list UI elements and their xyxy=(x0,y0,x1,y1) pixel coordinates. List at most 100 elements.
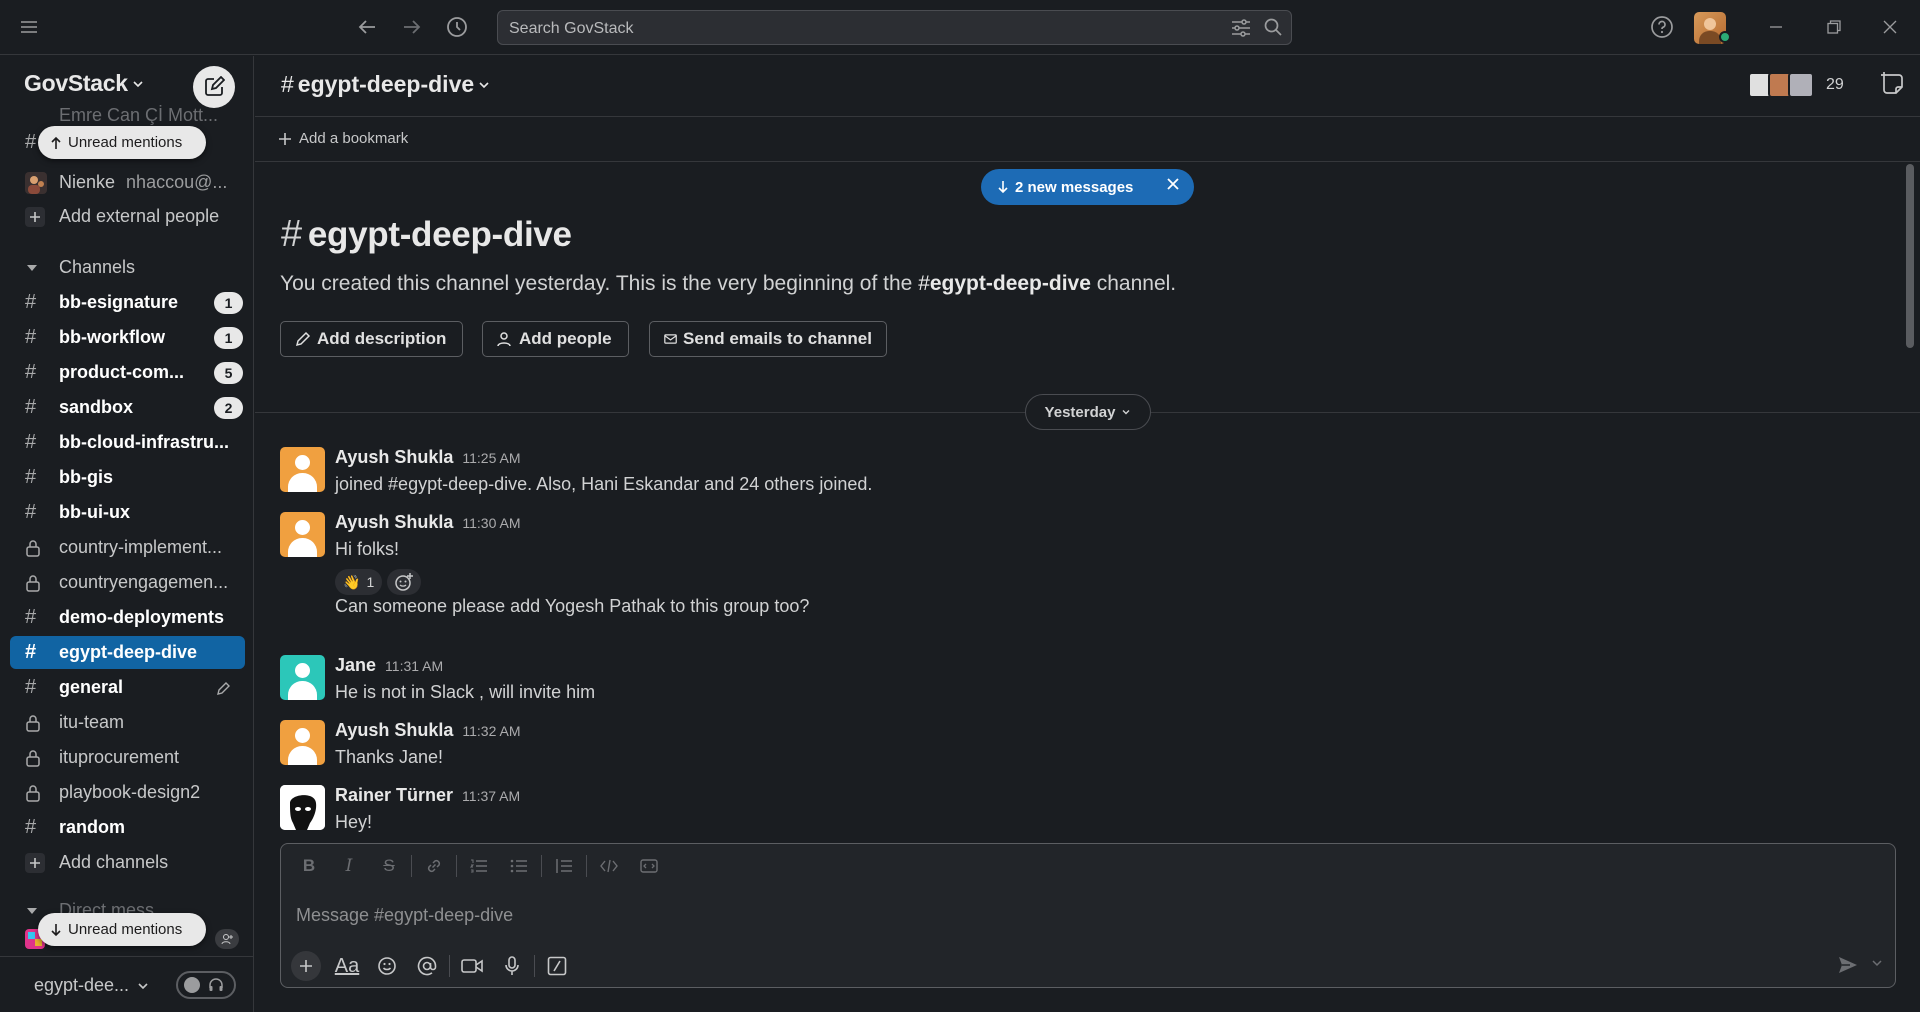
close-icon[interactable] xyxy=(1876,13,1904,41)
unread-mentions-top-button[interactable]: Unread mentions xyxy=(38,126,207,159)
add-person-icon[interactable] xyxy=(215,929,239,949)
intro-channel-link[interactable]: #egypt-deep-dive xyxy=(918,272,1091,295)
sidebar-item-channel[interactable]: # bb-cloud-infrastru... xyxy=(10,426,245,459)
menu-icon[interactable] xyxy=(15,13,43,41)
add-channels[interactable]: Add channels xyxy=(10,846,245,879)
sidebar-item-channel[interactable]: # demo-deployments xyxy=(10,601,245,634)
bulleted-list-icon[interactable] xyxy=(499,854,539,878)
shortcuts-icon[interactable] xyxy=(537,951,577,981)
huddle-channel-selector[interactable]: egypt-dee... xyxy=(34,975,149,996)
add-bookmark-label: Add a bookmark xyxy=(299,130,409,147)
reaction-wave[interactable]: 👋 1 xyxy=(335,569,383,595)
strikethrough-icon[interactable]: S xyxy=(369,854,409,878)
sidebar-item-channel[interactable]: # bb-esignature 1 xyxy=(10,286,245,319)
send-button[interactable] xyxy=(1838,955,1858,975)
avatar[interactable] xyxy=(280,655,325,700)
link-icon[interactable] xyxy=(414,854,454,878)
unread-mentions-bottom-button[interactable]: Unread mentions xyxy=(38,913,207,946)
new-messages-banner[interactable]: 2 new messages xyxy=(981,169,1194,205)
sidebar-item-channel[interactable]: ituprocurement xyxy=(10,741,245,774)
message-composer: B I S Message #egypt-deep-dive Aa xyxy=(280,843,1896,988)
mention-icon[interactable] xyxy=(407,951,447,981)
message-input[interactable]: Message #egypt-deep-dive xyxy=(296,905,513,926)
search-filter-icon[interactable] xyxy=(1231,19,1251,37)
channel-header: # egypt-deep-dive 29 xyxy=(255,56,1920,117)
message-time[interactable]: 11:30 AM xyxy=(462,515,520,531)
channel-title-button[interactable]: # egypt-deep-dive xyxy=(281,71,490,98)
add-description-button[interactable]: Add description xyxy=(280,321,463,357)
message-time[interactable]: 11:25 AM xyxy=(462,450,520,466)
chevron-down-icon xyxy=(1872,960,1882,967)
formatting-toggle-button[interactable]: Aa xyxy=(327,951,367,981)
hash-icon: # xyxy=(25,396,37,418)
date-jump-button[interactable]: Yesterday xyxy=(1025,394,1151,430)
restore-icon[interactable] xyxy=(1820,13,1848,41)
huddle-toggle[interactable] xyxy=(176,971,236,999)
code-block-icon[interactable] xyxy=(629,854,669,878)
message-author[interactable]: Ayush Shukla xyxy=(335,512,453,533)
channel-intro-text: You created this channel yesterday. This… xyxy=(280,272,1176,296)
compose-button[interactable] xyxy=(193,66,235,108)
search-bar[interactable]: Search GovStack xyxy=(497,10,1292,45)
send-emails-button[interactable]: Send emails to channel xyxy=(649,321,887,357)
sidebar-item-channel[interactable]: # bb-workflow 1 xyxy=(10,321,245,354)
members-button[interactable]: 29 xyxy=(1748,72,1844,98)
forward-arrow-icon[interactable] xyxy=(398,13,426,41)
search-icon[interactable] xyxy=(1264,18,1282,36)
sidebar-item-channel[interactable]: # random xyxy=(10,811,245,844)
sidebar-item-channel[interactable]: # bb-gis xyxy=(10,461,245,494)
video-icon[interactable] xyxy=(452,951,492,981)
message-author[interactable]: Jane xyxy=(335,655,376,676)
sidebar-item-channel[interactable]: itu-team xyxy=(10,706,245,739)
sidebar-item-channel[interactable]: country-implement... xyxy=(10,531,245,564)
date-label: Yesterday xyxy=(1044,403,1116,421)
sidebar-item-channel[interactable]: playbook-design2 xyxy=(10,776,245,809)
help-icon[interactable] xyxy=(1648,13,1676,41)
sidebar-item-nienke[interactable]: Nienke nhaccou@... xyxy=(10,166,245,199)
member-avatar xyxy=(1788,72,1814,98)
minimize-icon[interactable] xyxy=(1762,13,1790,41)
sidebar-item-channel[interactable]: countryengagemen... xyxy=(10,566,245,599)
message-time[interactable]: 11:31 AM xyxy=(385,658,443,674)
message-time[interactable]: 11:32 AM xyxy=(462,723,520,739)
sidebar-item-channel[interactable]: # bb-ui-ux xyxy=(10,496,245,529)
add-bookmark-button[interactable]: Add a bookmark xyxy=(279,130,408,147)
sidebar-item-channel[interactable]: # sandbox 2 xyxy=(10,391,245,424)
message-author[interactable]: Ayush Shukla xyxy=(335,447,453,468)
emoji-icon[interactable] xyxy=(367,951,407,981)
blockquote-icon[interactable] xyxy=(544,854,584,878)
scrollbar[interactable] xyxy=(1906,164,1914,348)
add-people-button[interactable]: Add people xyxy=(482,321,629,357)
message-time[interactable]: 11:37 AM xyxy=(462,788,520,804)
add-external-people[interactable]: Add external people xyxy=(10,200,245,233)
button-label: Add people xyxy=(519,329,612,348)
sidebar-item-channel[interactable]: # product-com... 5 xyxy=(10,356,245,389)
sidebar-item-channel[interactable]: # general xyxy=(10,671,245,704)
sidebar-item-channel[interactable]: # egypt-deep-dive xyxy=(10,636,245,669)
microphone-icon[interactable] xyxy=(492,951,532,981)
history-icon[interactable] xyxy=(443,13,471,41)
message-author[interactable]: Ayush Shukla xyxy=(335,720,453,741)
close-icon[interactable] xyxy=(1166,177,1180,191)
canvas-icon[interactable] xyxy=(1881,71,1905,97)
lock-icon xyxy=(25,784,49,802)
avatar[interactable] xyxy=(280,720,325,765)
code-icon[interactable] xyxy=(589,854,629,878)
attach-plus-button[interactable] xyxy=(291,951,321,981)
ordered-list-icon[interactable] xyxy=(459,854,499,878)
pencil-icon[interactable] xyxy=(217,681,231,695)
back-arrow-icon[interactable] xyxy=(353,13,381,41)
formatting-toolbar: B I S xyxy=(289,854,669,878)
email-icon xyxy=(664,334,677,344)
send-options-button[interactable] xyxy=(1871,957,1883,969)
channels-section-header[interactable]: Channels xyxy=(10,251,245,284)
sidebar-item-partial[interactable]: Emre Can Çİ Mott... xyxy=(10,104,245,126)
add-reaction-button[interactable] xyxy=(387,569,421,595)
bold-icon[interactable]: B xyxy=(289,854,329,878)
avatar[interactable] xyxy=(280,447,325,492)
workspace-menu-button[interactable]: GovStack xyxy=(24,70,144,97)
avatar[interactable] xyxy=(280,785,325,830)
message-author[interactable]: Rainer Türner xyxy=(335,785,453,806)
italic-icon[interactable]: I xyxy=(329,854,369,878)
avatar[interactable] xyxy=(280,512,325,557)
